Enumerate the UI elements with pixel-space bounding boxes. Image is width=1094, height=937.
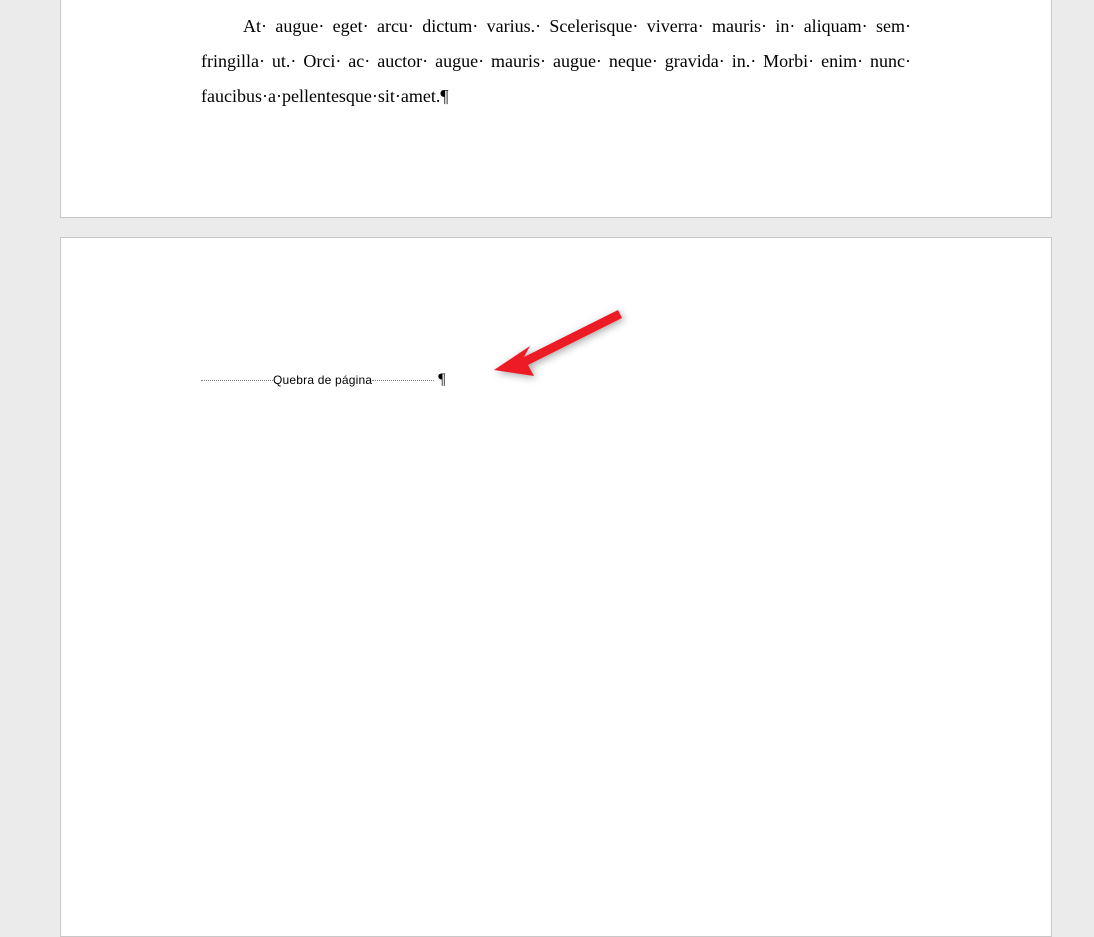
- page-break-marker: Quebra de página ¶: [201, 370, 911, 390]
- document-page-2[interactable]: Quebra de página ¶: [60, 237, 1052, 937]
- paragraph-text[interactable]: At· augue· eget· arcu· dictum· varius.· …: [201, 9, 911, 114]
- page-break-line-right: [372, 380, 434, 381]
- page-break-pilcrow: ¶: [438, 371, 445, 389]
- document-page-1[interactable]: At· augue· eget· arcu· dictum· varius.· …: [60, 0, 1052, 218]
- page-break-label: Quebra de página: [273, 373, 372, 387]
- page-break-line-left: [201, 380, 273, 381]
- text-content-area[interactable]: At· augue· eget· arcu· dictum· varius.· …: [201, 9, 911, 114]
